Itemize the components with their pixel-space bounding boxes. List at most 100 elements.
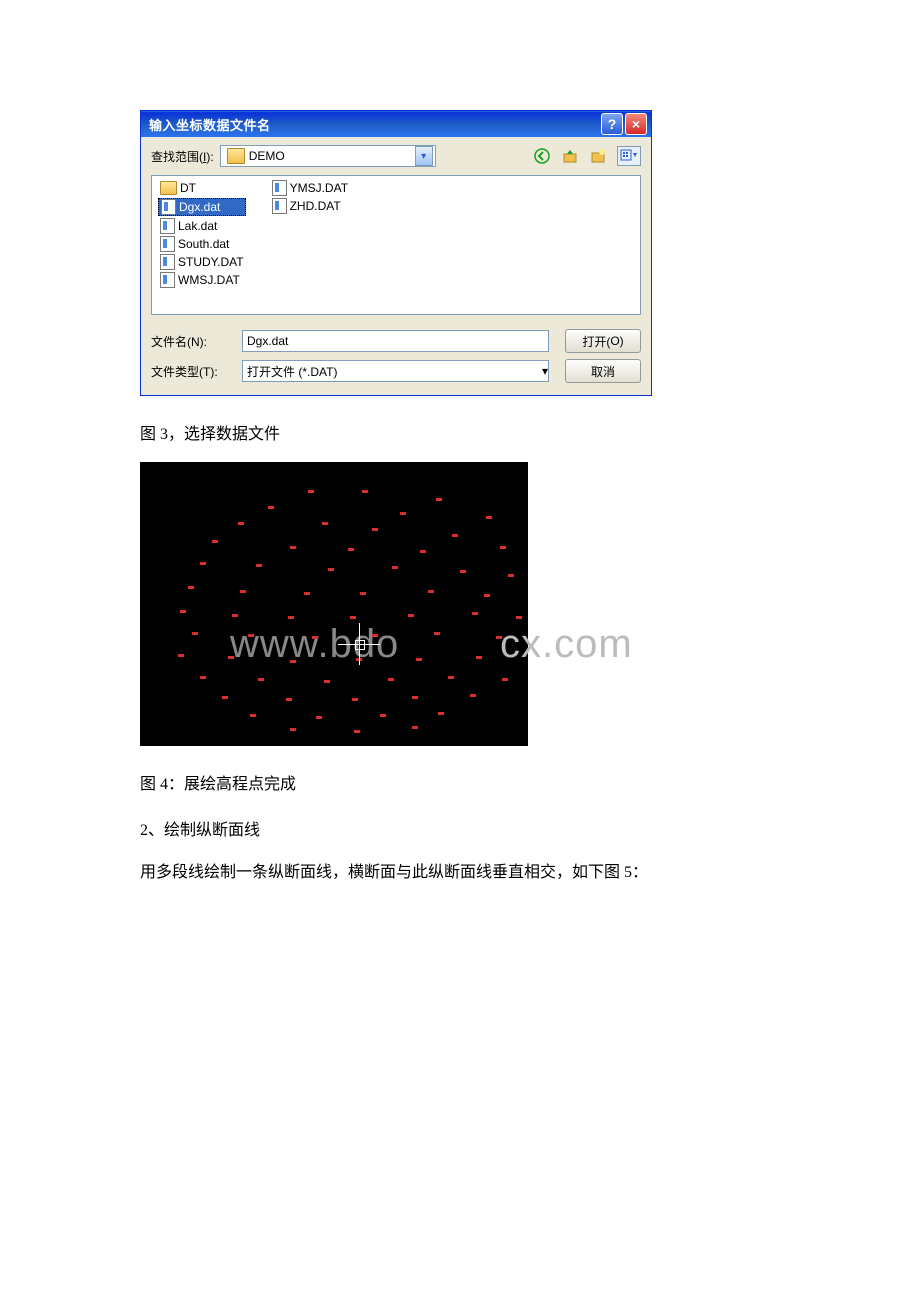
elevation-point: [388, 678, 394, 681]
dialog-titlebar: 输入坐标数据文件名 ? ×: [141, 111, 651, 137]
elevation-point: [400, 512, 406, 515]
figure-4-caption: 图 4：展绘高程点完成: [140, 770, 780, 794]
elevation-point: [352, 698, 358, 701]
help-button[interactable]: ?: [601, 113, 623, 135]
elevation-point: [308, 490, 314, 493]
file-item[interactable]: Dgx.dat: [158, 198, 246, 216]
elevation-point: [412, 726, 418, 729]
view-menu-icon[interactable]: [617, 146, 641, 166]
elevation-point: [290, 660, 296, 663]
elevation-point: [200, 562, 206, 565]
filename-label: 文件名(N):: [151, 333, 236, 350]
elevation-point: [392, 566, 398, 569]
file-icon: [272, 180, 287, 196]
figure-3-caption: 图 3，选择数据文件: [140, 420, 780, 444]
file-item-label: YMSJ.DAT: [290, 181, 348, 195]
elevation-point: [420, 550, 426, 553]
elevation-point: [232, 614, 238, 617]
elevation-point: [486, 516, 492, 519]
crosshair-pickbox: [355, 640, 365, 650]
filename-input[interactable]: Dgx.dat: [242, 330, 549, 352]
file-icon: [160, 254, 175, 270]
elevation-point: [416, 658, 422, 661]
elevation-point: [350, 616, 356, 619]
elevation-point: [372, 634, 378, 637]
elevation-point: [484, 594, 490, 597]
file-item[interactable]: WMSJ.DAT: [158, 272, 246, 288]
file-icon: [160, 218, 175, 234]
file-open-dialog: 输入坐标数据文件名 ? × 查找范围(I): DEMO ▾: [140, 110, 652, 396]
elevation-point: [180, 610, 186, 613]
elevation-point: [372, 528, 378, 531]
file-item-label: WMSJ.DAT: [178, 273, 240, 287]
file-list[interactable]: DT Dgx.dat Lak.dat South.dat STUDY.DAT WMSJ.D…: [151, 175, 641, 315]
elevation-point: [328, 568, 334, 571]
step-2-body: 用多段线绘制一条纵断面线，横断面与此纵断面线垂直相交，如下图 5：: [140, 858, 780, 888]
filetype-combo[interactable]: 打开文件 (*.DAT) ▾: [242, 360, 549, 382]
file-item-label: Lak.dat: [178, 219, 217, 233]
file-item[interactable]: YMSJ.DAT: [270, 180, 350, 196]
filetype-label: 文件类型(T):: [151, 363, 236, 380]
dialog-body: 查找范围(I): DEMO ▾: [141, 137, 651, 395]
elevation-point: [362, 490, 368, 493]
elevation-point: [240, 590, 246, 593]
elevation-point: [476, 656, 482, 659]
chevron-down-icon[interactable]: ▾: [542, 364, 548, 378]
file-icon: [161, 199, 176, 215]
elevation-point: [238, 522, 244, 525]
folder-item[interactable]: DT: [158, 180, 246, 196]
elevation-point: [222, 696, 228, 699]
elevation-point: [304, 592, 310, 595]
filename-row: 文件名(N): Dgx.dat 打开(O): [151, 329, 641, 353]
elevation-point: [360, 592, 366, 595]
elevation-point: [212, 540, 218, 543]
open-button[interactable]: 打开(O): [565, 329, 641, 353]
elevation-point: [434, 632, 440, 635]
elevation-point: [412, 696, 418, 699]
new-folder-icon[interactable]: [589, 147, 607, 165]
elevation-point: [248, 634, 254, 637]
elevation-point: [496, 636, 502, 639]
elevation-point: [290, 728, 296, 731]
chevron-down-icon[interactable]: ▾: [415, 146, 433, 166]
elevation-point: [250, 714, 256, 717]
folder-icon: [227, 148, 245, 164]
elevation-point: [470, 694, 476, 697]
up-folder-icon[interactable]: [561, 147, 579, 165]
elevation-point: [500, 546, 506, 549]
dialog-title: 输入坐标数据文件名: [149, 115, 599, 134]
elevation-point: [200, 676, 206, 679]
file-item-label: South.dat: [178, 237, 229, 251]
lookin-label: 查找范围(I):: [151, 148, 214, 165]
file-item[interactable]: STUDY.DAT: [158, 254, 246, 270]
elevation-point: [408, 614, 414, 617]
back-icon[interactable]: [533, 147, 551, 165]
file-icon: [160, 236, 175, 252]
elevation-point: [354, 730, 360, 733]
watermark: cx.com: [500, 622, 633, 667]
cancel-button[interactable]: 取消: [565, 359, 641, 383]
elevation-point: [380, 714, 386, 717]
file-icon: [160, 272, 175, 288]
elevation-point: [452, 534, 458, 537]
elevation-point: [438, 712, 444, 715]
elevation-point: [460, 570, 466, 573]
elevation-point: [258, 678, 264, 681]
lookin-row: 查找范围(I): DEMO ▾: [151, 145, 641, 167]
file-item-label: STUDY.DAT: [178, 255, 244, 269]
lookin-combo[interactable]: DEMO ▾: [220, 145, 436, 167]
file-item[interactable]: Lak.dat: [158, 218, 246, 234]
file-item[interactable]: South.dat: [158, 236, 246, 252]
elevation-point: [508, 574, 514, 577]
step-2-title: 2、绘制纵断面线: [140, 816, 780, 846]
elevation-point: [290, 546, 296, 549]
file-item[interactable]: ZHD.DAT: [270, 198, 350, 214]
elevation-point: [286, 698, 292, 701]
elevation-point: [228, 656, 234, 659]
close-button[interactable]: ×: [625, 113, 647, 135]
elevation-point: [312, 636, 318, 639]
elevation-point: [192, 632, 198, 635]
elevation-point: [516, 616, 522, 619]
elevation-point: [256, 564, 262, 567]
elevation-point: [324, 680, 330, 683]
